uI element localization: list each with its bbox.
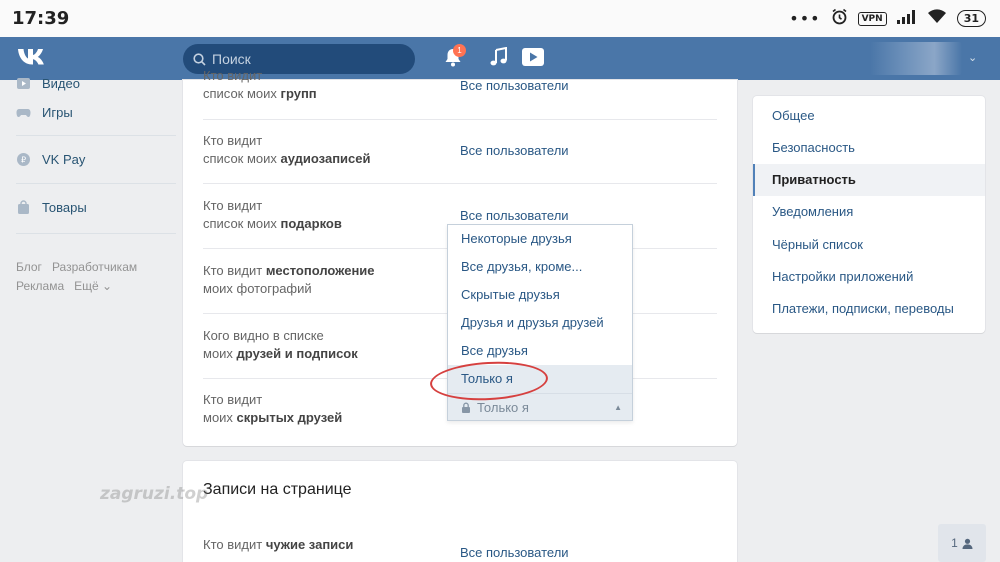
- dropdown-option[interactable]: Скрытые друзья: [448, 281, 632, 309]
- footer-links: Реклама Ещё ⌄: [16, 279, 112, 293]
- shopping-bag-icon: [18, 200, 29, 214]
- search-input[interactable]: [212, 51, 402, 67]
- left-menu-item-games[interactable]: Игры: [16, 105, 73, 120]
- settings-nav-general[interactable]: Общее: [753, 100, 985, 132]
- music-icon[interactable]: [490, 47, 508, 67]
- settings-nav-security[interactable]: Безопасность: [753, 132, 985, 164]
- privacy-row-audio: Кто видит список моих аудиозаписей Все п…: [203, 132, 717, 168]
- settings-nav-blacklist[interactable]: Чёрный список: [753, 229, 985, 261]
- footer-link-developers[interactable]: Разработчикам: [52, 260, 137, 274]
- left-menu-item-label: Видео: [42, 76, 80, 91]
- menu-divider: [16, 233, 176, 234]
- signal-icon: [896, 9, 917, 28]
- privacy-row-groups: Кто видит список моих групп Все пользова…: [203, 67, 717, 103]
- settings-nav-apps[interactable]: Настройки приложений: [753, 261, 985, 293]
- status-bar: 17:39 ••• VPN 31: [0, 0, 1000, 37]
- left-menu-item-goods[interactable]: Товары: [16, 200, 87, 215]
- dropdown-option[interactable]: Друзья и друзья друзей: [448, 309, 632, 337]
- friends-online-count: 1: [951, 536, 958, 550]
- vk-logo-icon[interactable]: [16, 45, 50, 71]
- settings-nav-notifications[interactable]: Уведомления: [753, 196, 985, 228]
- user-icon: [962, 538, 973, 549]
- left-menu-item-vkpay[interactable]: ₽ VK Pay: [16, 152, 85, 167]
- dropdown-option[interactable]: Некоторые друзья: [448, 225, 632, 253]
- video-player-icon[interactable]: [521, 47, 545, 67]
- row-divider: [203, 119, 717, 120]
- privacy-row-label: Кто видит список моих групп: [203, 68, 317, 101]
- dropdown-option[interactable]: Все друзья: [448, 337, 632, 365]
- caret-up-icon: ▲: [614, 403, 622, 412]
- footer-links: Блог Разработчикам: [16, 260, 137, 274]
- privacy-row-label: Кого видно в списке моих друзей и подпис…: [203, 328, 358, 361]
- settings-nav-payments[interactable]: Платежи, подписки, переводы: [753, 293, 985, 325]
- wifi-icon: [927, 9, 947, 28]
- settings-nav: Общее Безопасность Приватность Уведомлен…: [753, 96, 985, 333]
- privacy-value-link[interactable]: Все пользователи: [460, 207, 569, 225]
- lock-icon: [462, 402, 470, 413]
- watermark: zagruzi.top: [100, 484, 209, 504]
- more-dots-icon: •••: [789, 8, 821, 28]
- vpn-icon: VPN: [857, 11, 887, 26]
- battery-icon: 31: [956, 10, 986, 27]
- dropdown-option[interactable]: Все друзья, кроме...: [448, 253, 632, 281]
- privacy-row-label: Кто видит местоположение моих фотографий: [203, 263, 375, 296]
- wall-posts-card: Записи на странице Кто видит чужие запис…: [183, 461, 737, 562]
- left-menu-item-label: VK Pay: [42, 152, 86, 167]
- privacy-row-others-posts: Кто видит чужие записи Все пользователи: [203, 536, 717, 562]
- left-menu-item-label: Товары: [42, 200, 87, 215]
- privacy-value-link[interactable]: Все пользователи: [460, 77, 569, 95]
- avatar[interactable]: [870, 42, 962, 75]
- menu-divider: [16, 183, 176, 184]
- privacy-value-link[interactable]: Все пользователи: [460, 544, 569, 562]
- status-time: 17:39: [12, 8, 70, 29]
- friends-online-button[interactable]: 1: [938, 524, 986, 562]
- privacy-row-label: Кто видит список моих подарков: [203, 198, 342, 231]
- vkpay-icon: ₽: [17, 153, 30, 166]
- menu-divider: [16, 135, 176, 136]
- settings-nav-privacy[interactable]: Приватность: [753, 164, 985, 196]
- section-title: Записи на странице: [203, 481, 352, 498]
- privacy-row-label: Кто видит моих скрытых друзей: [203, 392, 343, 425]
- footer-link-ads[interactable]: Реклама: [16, 279, 64, 293]
- footer-link-more[interactable]: Ещё ⌄: [74, 279, 112, 293]
- footer-link-blog[interactable]: Блог: [16, 260, 42, 274]
- privacy-row-label: Кто видит чужие записи: [203, 537, 354, 552]
- notification-badge: 1: [453, 44, 466, 57]
- left-menu-item-label: Игры: [42, 105, 73, 120]
- privacy-value-link[interactable]: Все пользователи: [460, 142, 569, 160]
- alarm-icon: [831, 8, 848, 29]
- video-icon: [17, 78, 30, 89]
- row-divider: [203, 183, 717, 184]
- status-icons: ••• VPN 31: [789, 8, 986, 29]
- gamepad-icon: [16, 109, 31, 117]
- search-icon: [193, 52, 206, 66]
- svg-text:₽: ₽: [21, 156, 26, 165]
- privacy-row-label: Кто видит список моих аудиозаписей: [203, 133, 371, 166]
- chevron-down-icon[interactable]: ⌄: [968, 51, 977, 64]
- left-menu-item-video[interactable]: Видео: [16, 76, 80, 91]
